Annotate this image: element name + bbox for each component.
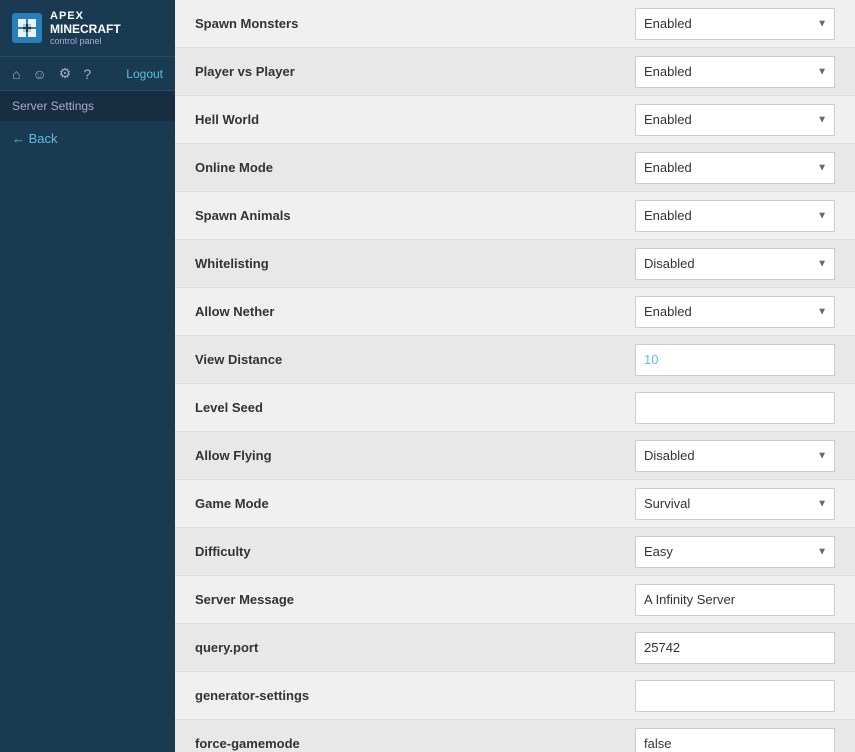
sidebar-nav: ⌂ ☺ ⚙ ? Logout xyxy=(0,57,175,91)
settings-control: SurvivalCreativeAdventureSpectator xyxy=(635,488,835,520)
gear-icon[interactable]: ⚙ xyxy=(59,65,72,82)
settings-control: EnabledDisabled xyxy=(635,248,835,280)
logo-icon xyxy=(12,13,42,43)
settings-input-generator-settings[interactable] xyxy=(635,680,835,712)
settings-label: Server Message xyxy=(195,592,635,607)
settings-label: Allow Flying xyxy=(195,448,635,463)
settings-row: Server Message xyxy=(175,576,855,624)
settings-label: force-gamemode xyxy=(195,736,635,751)
help-icon[interactable]: ? xyxy=(83,66,91,82)
settings-label: Spawn Monsters xyxy=(195,16,635,31)
settings-control xyxy=(635,728,835,752)
settings-control: EnabledDisabled xyxy=(635,152,835,184)
settings-control: EnabledDisabled xyxy=(635,296,835,328)
settings-label: generator-settings xyxy=(195,688,635,703)
settings-control: EnabledDisabled xyxy=(635,8,835,40)
settings-select-spawn-animals[interactable]: EnabledDisabled xyxy=(635,200,835,232)
settings-select-player-vs-player[interactable]: EnabledDisabled xyxy=(635,56,835,88)
settings-row: force-gamemode xyxy=(175,720,855,752)
settings-control xyxy=(635,344,835,376)
settings-row: Spawn AnimalsEnabledDisabled xyxy=(175,192,855,240)
settings-label: Level Seed xyxy=(195,400,635,415)
settings-select-difficulty[interactable]: EasyNormalHardPeaceful xyxy=(635,536,835,568)
settings-select-spawn-monsters[interactable]: EnabledDisabled xyxy=(635,8,835,40)
settings-control xyxy=(635,680,835,712)
settings-row: View Distance xyxy=(175,336,855,384)
settings-row: Allow NetherEnabledDisabled xyxy=(175,288,855,336)
settings-control xyxy=(635,584,835,616)
logout-button[interactable]: Logout xyxy=(126,67,163,81)
settings-row: Hell WorldEnabledDisabled xyxy=(175,96,855,144)
settings-input-server-message[interactable] xyxy=(635,584,835,616)
settings-row: WhitelistingEnabledDisabled xyxy=(175,240,855,288)
settings-select-allow-flying[interactable]: EnabledDisabled xyxy=(635,440,835,472)
settings-input-force-gamemode[interactable] xyxy=(635,728,835,752)
brand-sub: control panel xyxy=(50,36,121,46)
section-title: Server Settings xyxy=(0,91,175,121)
settings-label: View Distance xyxy=(195,352,635,367)
settings-label: Online Mode xyxy=(195,160,635,175)
settings-control: EnabledDisabled xyxy=(635,200,835,232)
brand: APEX MINECRAFT control panel xyxy=(50,10,121,46)
settings-row: DifficultyEasyNormalHardPeaceful xyxy=(175,528,855,576)
settings-container: Spawn MonstersEnabledDisabledPlayer vs P… xyxy=(175,0,855,752)
settings-row: Allow FlyingEnabledDisabled xyxy=(175,432,855,480)
main-content: Spawn MonstersEnabledDisabledPlayer vs P… xyxy=(175,0,855,752)
settings-row: generator-settings xyxy=(175,672,855,720)
settings-row: query.port xyxy=(175,624,855,672)
settings-input-level-seed[interactable] xyxy=(635,392,835,424)
settings-row: Player vs PlayerEnabledDisabled xyxy=(175,48,855,96)
settings-row: Spawn MonstersEnabledDisabled xyxy=(175,0,855,48)
settings-label: query.port xyxy=(195,640,635,655)
settings-row: Online ModeEnabledDisabled xyxy=(175,144,855,192)
user-icon[interactable]: ☺ xyxy=(32,66,46,82)
settings-input-query.port[interactable] xyxy=(635,632,835,664)
settings-label: Allow Nether xyxy=(195,304,635,319)
settings-label: Hell World xyxy=(195,112,635,127)
settings-select-allow-nether[interactable]: EnabledDisabled xyxy=(635,296,835,328)
settings-label: Spawn Animals xyxy=(195,208,635,223)
settings-label: Player vs Player xyxy=(195,64,635,79)
settings-control xyxy=(635,632,835,664)
settings-control: EnabledDisabled xyxy=(635,104,835,136)
settings-label: Game Mode xyxy=(195,496,635,511)
settings-control: EnabledDisabled xyxy=(635,56,835,88)
settings-control: EnabledDisabled xyxy=(635,440,835,472)
home-icon[interactable]: ⌂ xyxy=(12,66,20,82)
sidebar: APEX MINECRAFT control panel ⌂ ☺ ⚙ ? Log… xyxy=(0,0,175,752)
settings-control xyxy=(635,392,835,424)
brand-apex: APEX xyxy=(50,10,121,22)
settings-select-whitelisting[interactable]: EnabledDisabled xyxy=(635,248,835,280)
settings-label: Difficulty xyxy=(195,544,635,559)
sidebar-header: APEX MINECRAFT control panel xyxy=(0,0,175,57)
settings-select-online-mode[interactable]: EnabledDisabled xyxy=(635,152,835,184)
settings-select-game-mode[interactable]: SurvivalCreativeAdventureSpectator xyxy=(635,488,835,520)
settings-row: Level Seed xyxy=(175,384,855,432)
back-button[interactable]: ← Back xyxy=(0,121,175,156)
settings-label: Whitelisting xyxy=(195,256,635,271)
settings-select-hell-world[interactable]: EnabledDisabled xyxy=(635,104,835,136)
settings-control: EasyNormalHardPeaceful xyxy=(635,536,835,568)
brand-minecraft: MINECRAFT xyxy=(50,22,121,36)
settings-row: Game ModeSurvivalCreativeAdventureSpecta… xyxy=(175,480,855,528)
settings-input-view-distance[interactable] xyxy=(635,344,835,376)
